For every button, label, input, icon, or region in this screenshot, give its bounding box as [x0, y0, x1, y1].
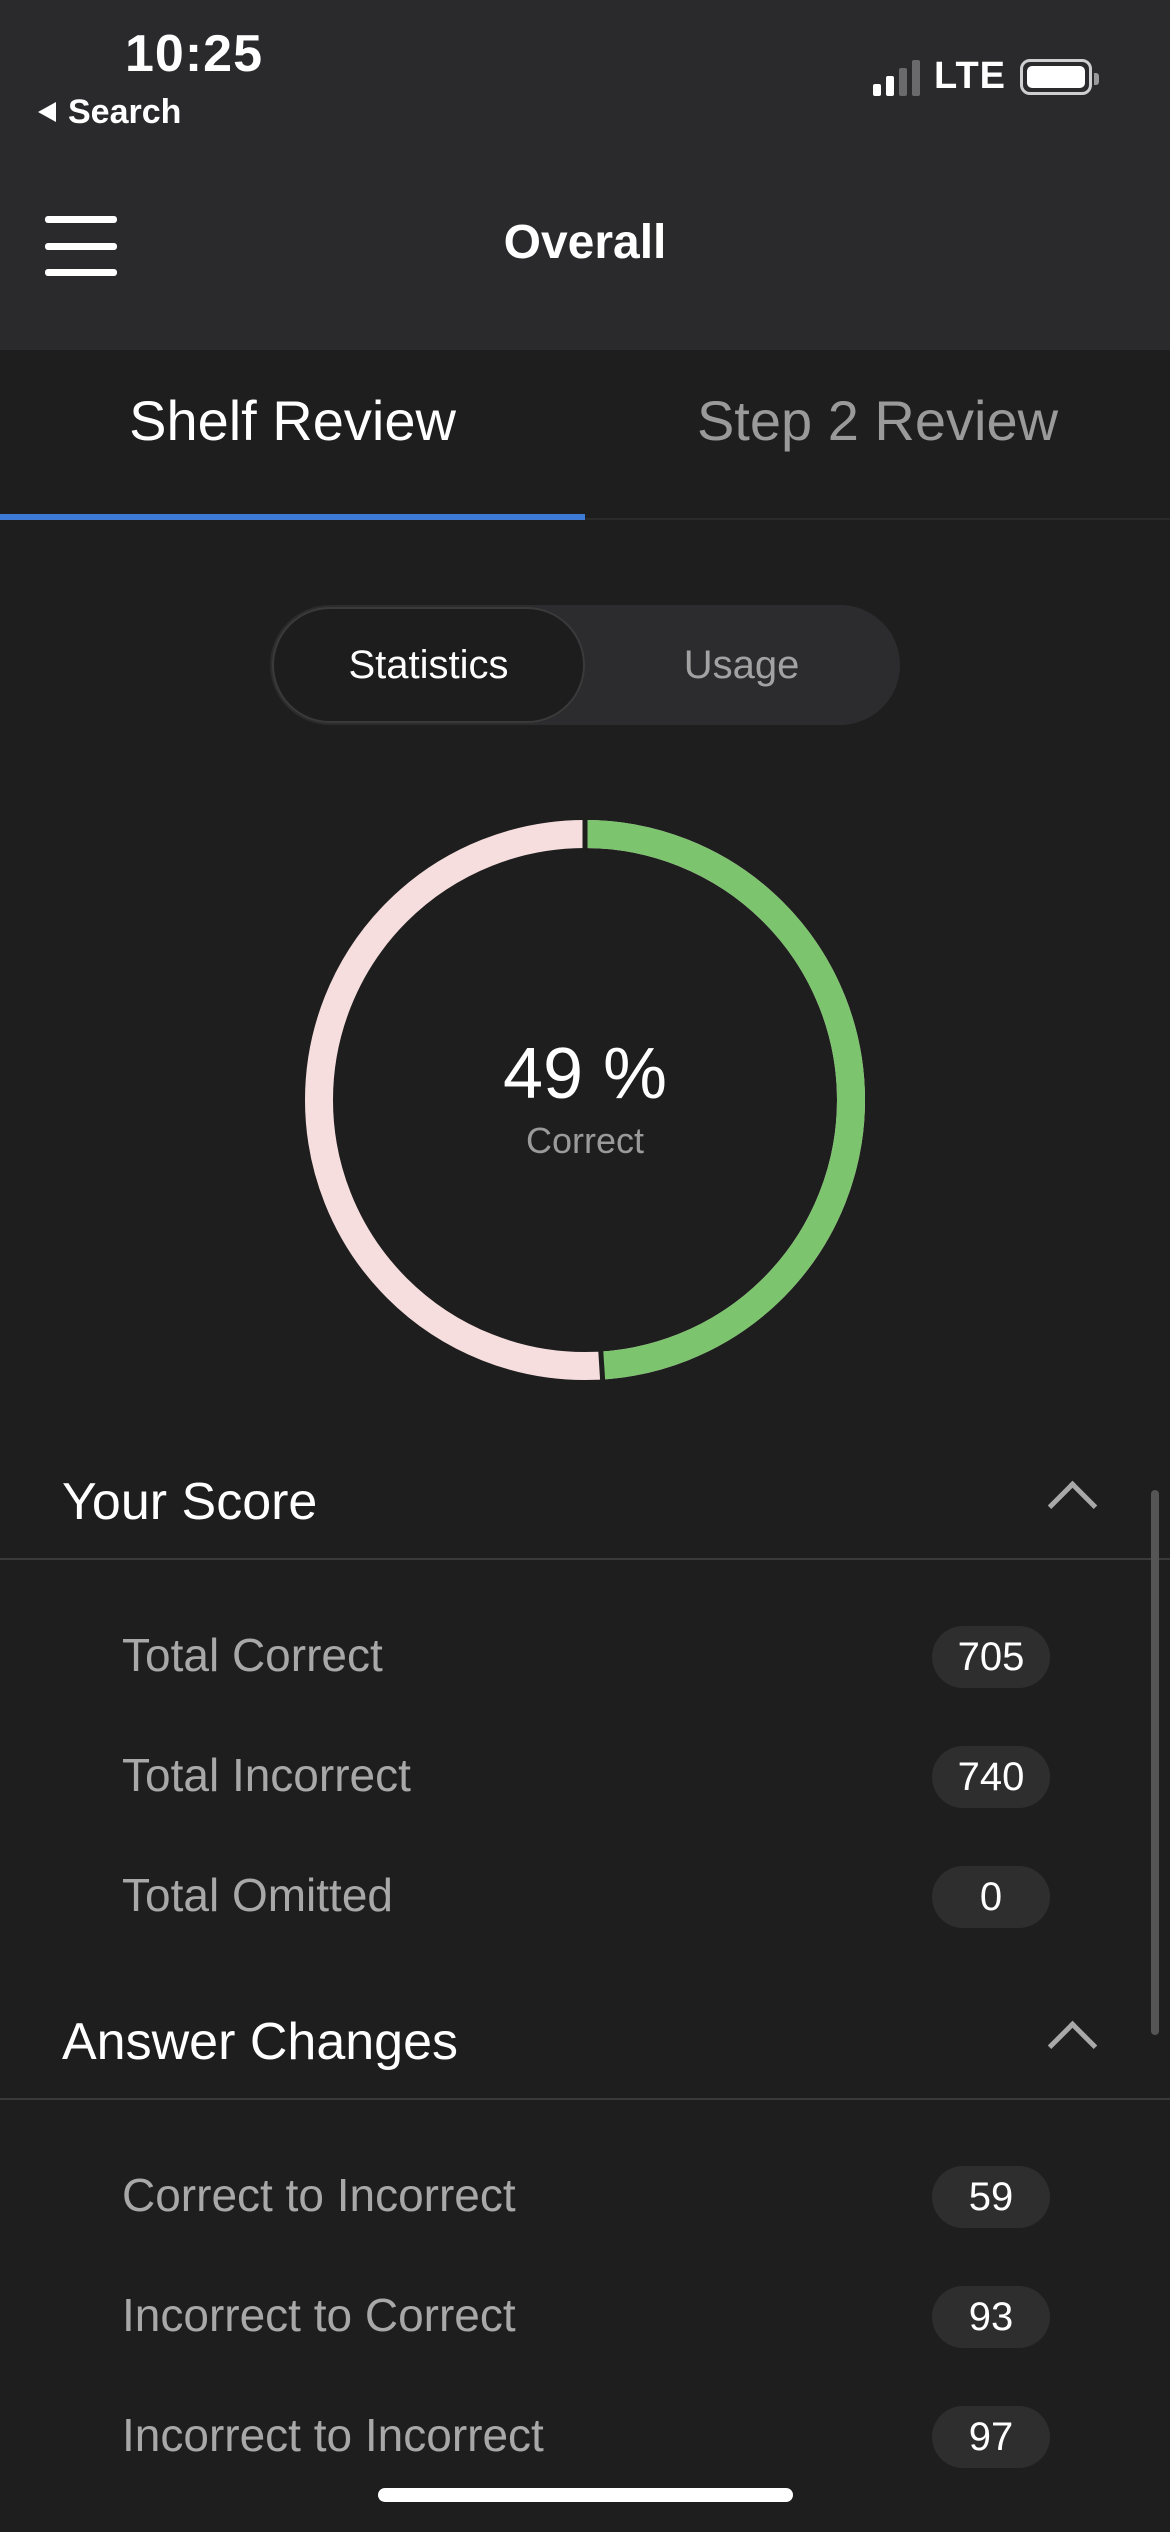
- network-label: LTE: [934, 55, 1006, 97]
- signal-icon: [873, 58, 921, 96]
- row-label: Total Correct: [122, 1629, 383, 1681]
- list-item: Total Omitted 0: [0, 1846, 1170, 1946]
- percent-correct-value: 49 %: [502, 1034, 668, 1114]
- status-time: 10:25: [125, 25, 263, 83]
- top-bar: 10:25 Search LTE Overall: [0, 0, 1170, 350]
- back-to-search-link[interactable]: Search: [38, 90, 181, 134]
- list-item: Total Incorrect 740: [0, 1726, 1170, 1826]
- donut-center: 49 % Correct: [305, 820, 865, 1380]
- chevron-up-icon[interactable]: [1047, 2020, 1098, 2071]
- count-badge: 59: [932, 2166, 1050, 2228]
- row-label: Incorrect to Correct: [122, 2289, 516, 2341]
- scrollbar[interactable]: [1151, 1490, 1159, 2035]
- percent-correct-label: Correct: [525, 1120, 645, 1161]
- back-label: Search: [68, 92, 182, 131]
- list-item: Incorrect to Correct 93: [0, 2266, 1170, 2366]
- your-score-header[interactable]: Your Score: [0, 1450, 1170, 1560]
- score-donut-chart: 49 % Correct: [305, 818, 865, 1382]
- home-indicator[interactable]: [378, 2488, 793, 2502]
- list-item: Correct to Incorrect 59: [0, 2146, 1170, 2246]
- list-item: Total Correct 705: [0, 1606, 1170, 1706]
- battery-icon: [1020, 58, 1099, 95]
- row-label: Correct to Incorrect: [122, 2169, 516, 2221]
- tab-step-2-review[interactable]: Step 2 Review: [585, 350, 1170, 518]
- view-segmented-control: Statistics Usage: [270, 605, 900, 725]
- back-arrow-icon: [38, 102, 56, 122]
- row-label: Total Omitted: [122, 1869, 393, 1921]
- row-label: Total Incorrect: [122, 1749, 411, 1801]
- tab-shelf-review[interactable]: Shelf Review: [0, 350, 585, 520]
- count-badge: 97: [932, 2406, 1050, 2468]
- review-tabs: Shelf Review Step 2 Review: [0, 350, 1170, 520]
- section-title: Answer Changes: [62, 2013, 458, 2071]
- list-item: Incorrect to Incorrect 97: [0, 2386, 1170, 2486]
- count-badge: 705: [932, 1626, 1050, 1688]
- page-title: Overall: [503, 216, 667, 269]
- segment-usage[interactable]: Usage: [585, 607, 898, 723]
- row-label: Incorrect to Incorrect: [122, 2409, 544, 2461]
- segment-statistics[interactable]: Statistics: [272, 607, 585, 723]
- status-indicators: LTE: [873, 55, 1099, 98]
- answer-changes-header[interactable]: Answer Changes: [0, 1990, 1170, 2100]
- count-badge: 0: [932, 1866, 1050, 1928]
- section-title: Your Score: [62, 1473, 318, 1531]
- count-badge: 93: [932, 2286, 1050, 2348]
- count-badge: 740: [932, 1746, 1050, 1808]
- chevron-up-icon[interactable]: [1047, 1480, 1098, 1531]
